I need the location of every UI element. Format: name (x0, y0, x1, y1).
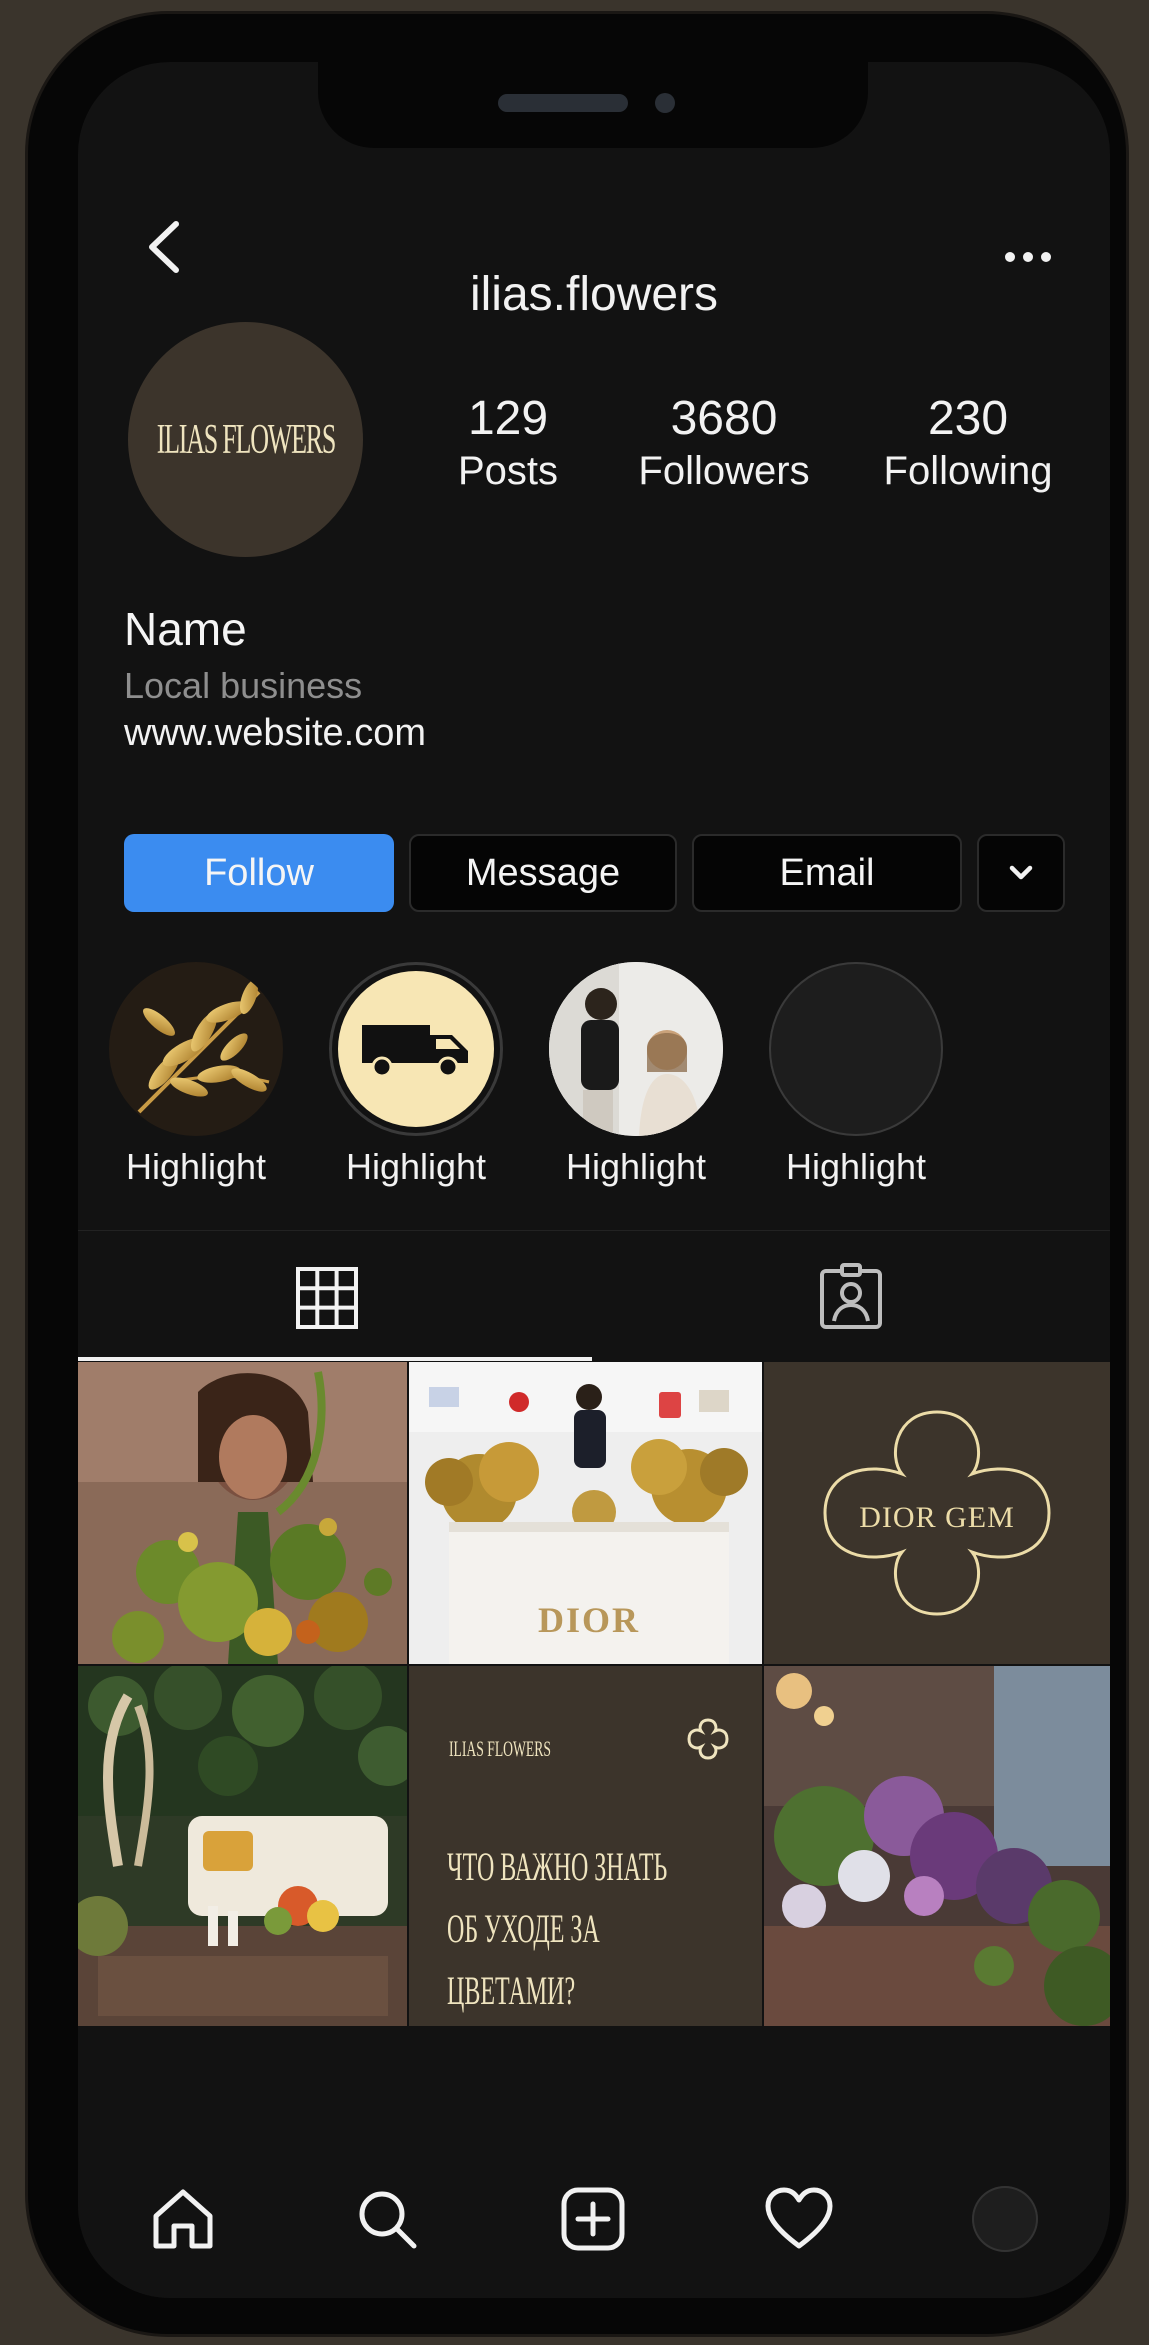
people-photo-icon (549, 962, 723, 1136)
profile-screen: ilias.flowers ILIAS FLOWERS 129 Posts 36… (78, 62, 1110, 2298)
follow-button[interactable]: Follow (124, 834, 394, 912)
avatar-logo-text: ILIAS FLOWERS (156, 416, 336, 463)
profile-name: Name (124, 603, 247, 655)
clover-icon (687, 1718, 729, 1760)
email-button[interactable]: Email (692, 834, 962, 912)
following-count: 230 (927, 392, 1009, 445)
card-headline: ЧТО ВАЖНО ЗНАТЬ ОБ УХОДЕ ЗА ЦВЕТАМИ? (447, 1836, 667, 2022)
posts-count: 129 (467, 392, 549, 445)
dior-sign: DIOR (538, 1600, 640, 1640)
message-button[interactable]: Message (409, 834, 677, 912)
profile-username: ilias.flowers (469, 268, 719, 321)
tagged-person-icon[interactable] (818, 1263, 884, 1331)
posts-label: Posts (457, 449, 559, 493)
highlight-label-2: Highlight (345, 1146, 487, 1187)
stat-following[interactable]: 230 Following (868, 392, 1068, 496)
delivery-van-icon (362, 1025, 468, 1078)
card-line-2: ОБ УХОДЕ ЗА (447, 1906, 600, 1951)
active-tab-indicator (78, 1357, 592, 1361)
highlight-item-1[interactable]: Highlight (106, 962, 286, 1188)
highlight-cover-3 (549, 962, 723, 1136)
highlight-cover-1 (109, 962, 283, 1136)
highlight-label-1: Highlight (125, 1146, 267, 1187)
search-icon[interactable] (350, 2182, 424, 2256)
heart-icon[interactable] (762, 2182, 836, 2256)
profile-tab-bar (78, 1230, 1110, 1363)
card-line-3: ЦВЕТАМИ? (447, 1968, 576, 2013)
post-thumbnail-6[interactable] (764, 1666, 1110, 2026)
chevron-down-icon (1009, 865, 1033, 880)
highlight-item-2[interactable]: Highlight (326, 962, 506, 1188)
card-line-1: ЧТО ВАЖНО ЗНАТЬ (447, 1844, 668, 1889)
followers-count: 3680 (670, 392, 778, 445)
new-post-icon[interactable] (556, 2182, 630, 2256)
post-thumbnail-3[interactable]: DIOR GEM (764, 1362, 1110, 1664)
dior-gem-logo-icon: DIOR GEM (823, 1410, 1051, 1616)
stat-posts[interactable]: 129 Posts (408, 392, 608, 496)
stat-followers[interactable]: 3680 Followers (624, 392, 824, 496)
highlight-label-4: Highlight (785, 1146, 927, 1187)
posts-grid: DIOR DIOR GEM ILIAS FLOWERS ЧТО ВАЖНО ЗН… (78, 1362, 1110, 2076)
post-thumbnail-2[interactable]: DIOR (409, 1362, 762, 1664)
profile-website-link[interactable]: www.website.com (124, 712, 426, 755)
dior-flower-stand-image: DIOR (409, 1362, 762, 1664)
profile-category: Local business (124, 665, 363, 706)
post-thumbnail-5[interactable]: ILIAS FLOWERS ЧТО ВАЖНО ЗНАТЬ ОБ УХОДЕ З… (409, 1666, 762, 2026)
front-camera (655, 93, 675, 113)
post-thumbnail-1[interactable] (78, 1362, 407, 1664)
more-options-icon[interactable] (998, 242, 1058, 272)
post-thumbnail-4[interactable] (78, 1666, 407, 2026)
bottom-navigation (78, 2082, 1110, 2298)
profile-avatar-tab[interactable] (972, 2186, 1038, 2252)
highlight-item-4[interactable]: Highlight (766, 962, 946, 1188)
phone-notch (318, 62, 868, 148)
grid-icon[interactable] (294, 1265, 360, 1331)
profile-avatar[interactable]: ILIAS FLOWERS (128, 322, 363, 557)
highlight-label-3: Highlight (565, 1146, 707, 1187)
flowers-portrait-image (78, 1362, 407, 1664)
speaker-grille (498, 94, 628, 112)
garden-lounge-image (78, 1666, 407, 2026)
suggested-dropdown-button[interactable] (977, 834, 1065, 912)
followers-label: Followers (638, 449, 810, 493)
highlight-cover-2 (329, 962, 503, 1136)
dior-gem-text: DIOR GEM (859, 1501, 1015, 1534)
card-brand-text: ILIAS FLOWERS (449, 1736, 551, 1761)
highlight-cover-4 (769, 962, 943, 1136)
golden-leaves-icon (137, 979, 270, 1114)
highlight-item-3[interactable]: Highlight (546, 962, 726, 1188)
floral-event-image (764, 1666, 1110, 2026)
home-icon[interactable] (146, 2182, 220, 2256)
following-label: Following (883, 449, 1053, 493)
